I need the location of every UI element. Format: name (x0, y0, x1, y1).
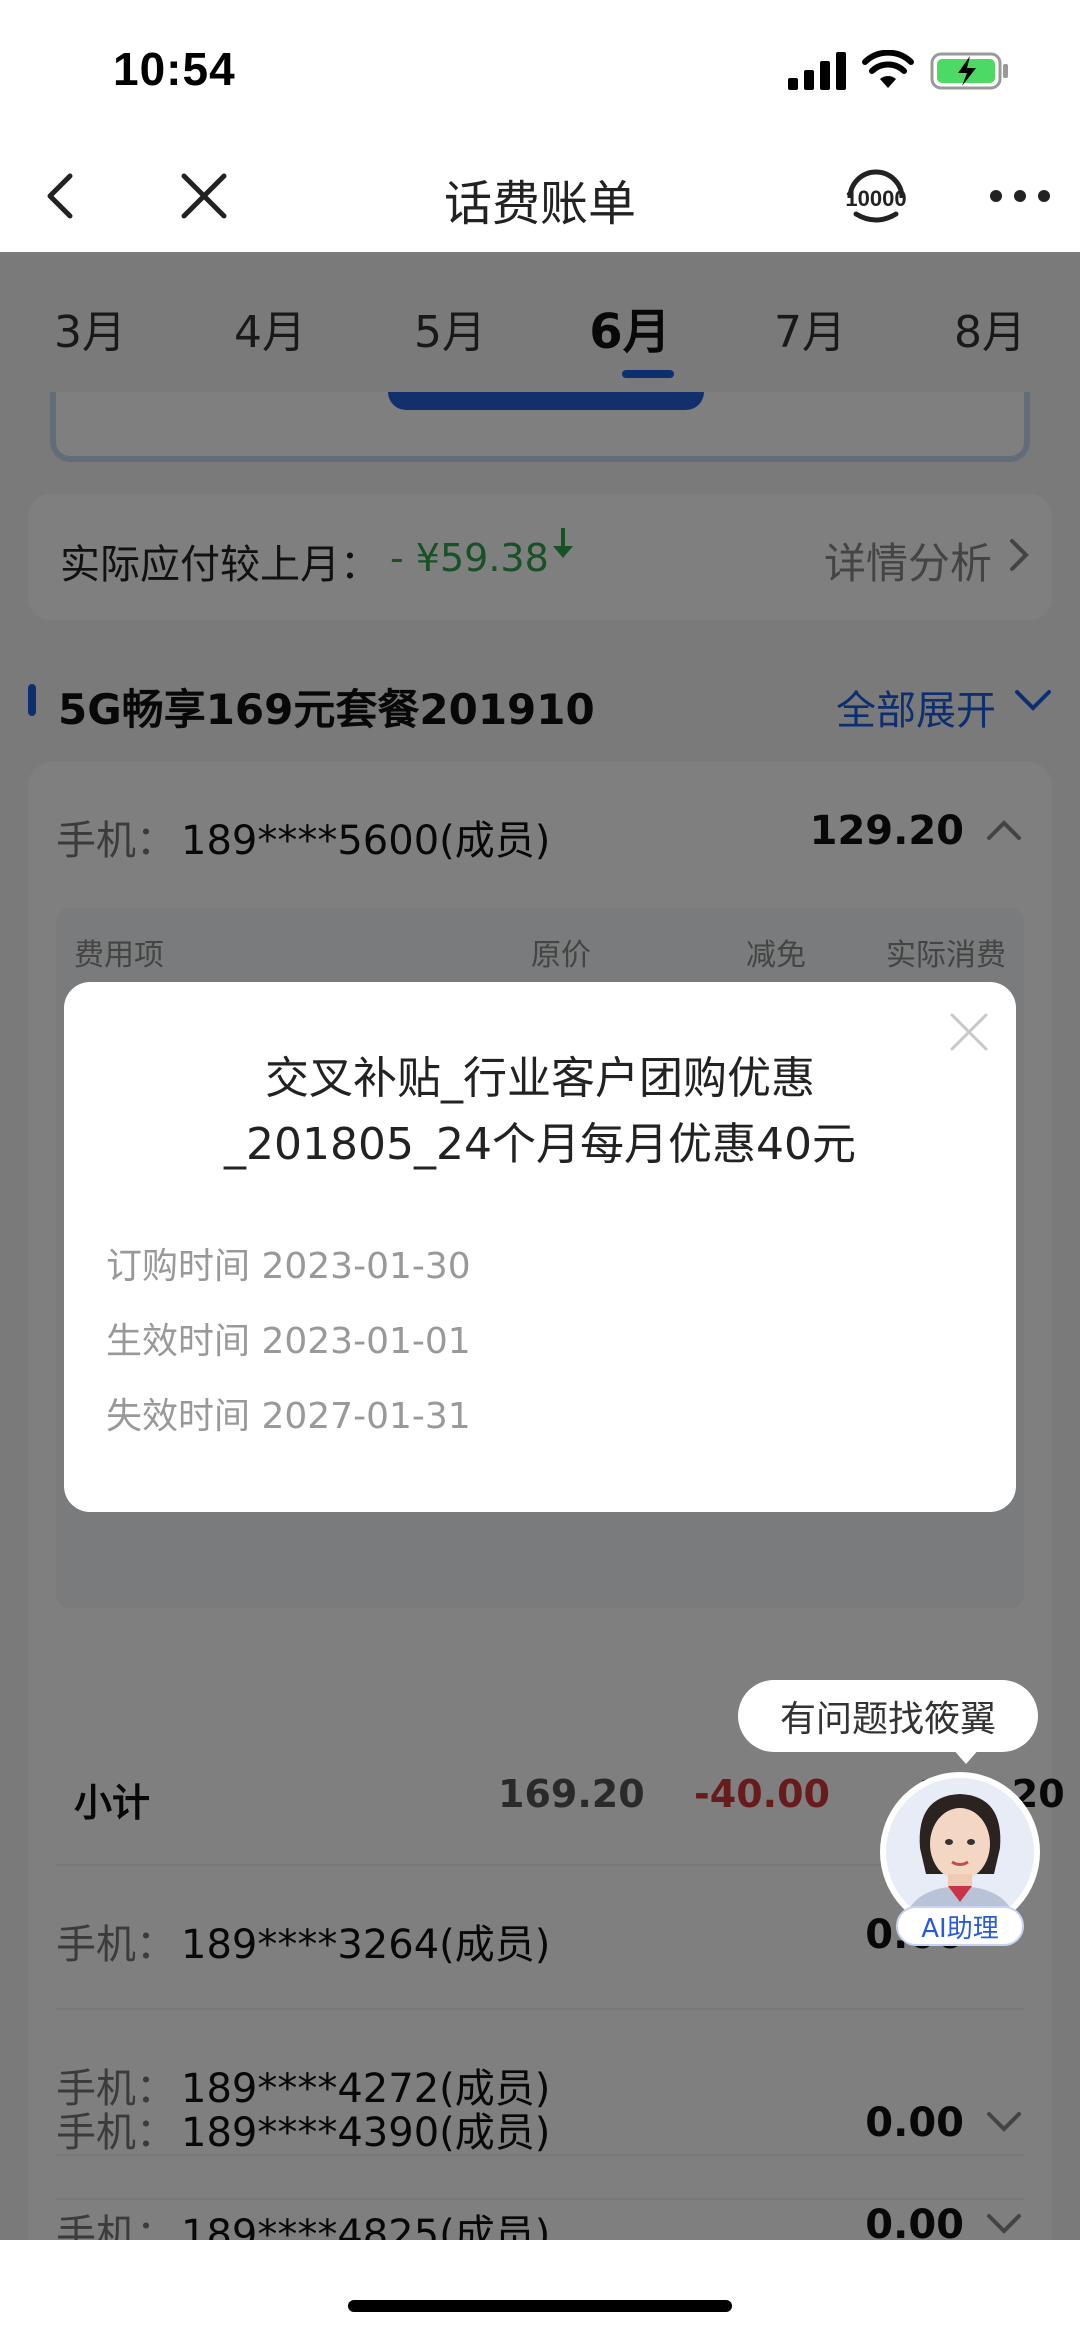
battery-charging-icon (930, 52, 1008, 90)
more-dots-icon (990, 190, 1050, 202)
assistant-bubble[interactable]: 有问题找筱翼 (738, 1680, 1038, 1752)
svg-text:10000: 10000 (845, 186, 906, 211)
dialog-title: 交叉补贴_行业客户团购优惠 _201805_24个月每月优惠40元 (104, 1046, 976, 1178)
more-button[interactable] (984, 160, 1056, 232)
row-label: 失效时间 (106, 1396, 251, 1437)
nav-bar: 话费账单 10000 (0, 140, 1080, 252)
row-label: 订购时间 (106, 1246, 251, 1287)
customer-service-button[interactable]: 10000 (840, 160, 912, 232)
expiry-time-row: 失效时间 2027-01-31 (106, 1387, 471, 1439)
dialog-title-line: 交叉补贴_行业客户团购优惠 (265, 1053, 815, 1104)
row-value: 2023-01-01 (261, 1321, 471, 1362)
order-time-row: 订购时间 2023-01-30 (106, 1237, 471, 1289)
effective-time-row: 生效时间 2023-01-01 (106, 1312, 471, 1364)
page-title: 话费账单 (443, 176, 636, 232)
cellular-signal-icon (788, 52, 846, 90)
wifi-icon (862, 50, 914, 88)
status-bar: 10:54 (0, 0, 1080, 140)
row-label: 生效时间 (106, 1321, 251, 1362)
row-value: 2023-01-30 (261, 1246, 471, 1287)
status-time: 10:54 (113, 43, 236, 95)
assistant-badge: AI助理 (896, 1906, 1024, 1946)
home-indicator[interactable] (348, 2300, 732, 2312)
customer-service-10000-icon: 10000 (845, 169, 907, 223)
bottom-safe-area (0, 2240, 1080, 2337)
bubble-tail (952, 1748, 980, 1764)
discount-detail-dialog: 交叉补贴_行业客户团购优惠 _201805_24个月每月优惠40元 订购时间 2… (64, 982, 1016, 1512)
assistant-avatar-icon (886, 1778, 1034, 1926)
row-value: 2027-01-31 (261, 1396, 471, 1437)
dialog-title-line: _201805_24个月每月优惠40元 (224, 1119, 856, 1170)
